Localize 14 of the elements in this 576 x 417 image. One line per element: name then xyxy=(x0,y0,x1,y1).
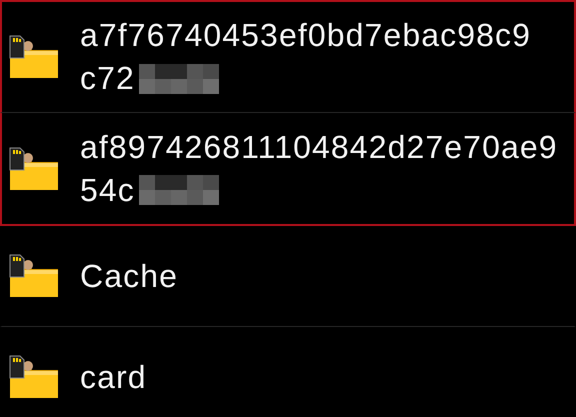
file-row[interactable]: card xyxy=(0,327,576,417)
file-row[interactable]: af897426811104842d27e70ae9 54c xyxy=(0,113,576,226)
file-row[interactable]: a7f76740453ef0bd7ebac98c9 c72 xyxy=(0,0,576,113)
file-name: Cache xyxy=(80,256,178,296)
sd-card-folder-icon xyxy=(8,34,60,80)
sd-card-folder-icon xyxy=(8,354,60,400)
file-name: 54c xyxy=(80,170,135,210)
file-name: c72 xyxy=(80,59,135,98)
sd-card-folder-icon xyxy=(8,253,60,299)
file-name: a7f76740453ef0bd7ebac98c9 xyxy=(80,16,532,55)
file-name: card xyxy=(80,358,147,396)
sd-card-folder-icon xyxy=(8,146,60,192)
file-name: af897426811104842d27e70ae9 xyxy=(80,128,558,166)
file-row[interactable]: Cache xyxy=(0,226,576,327)
